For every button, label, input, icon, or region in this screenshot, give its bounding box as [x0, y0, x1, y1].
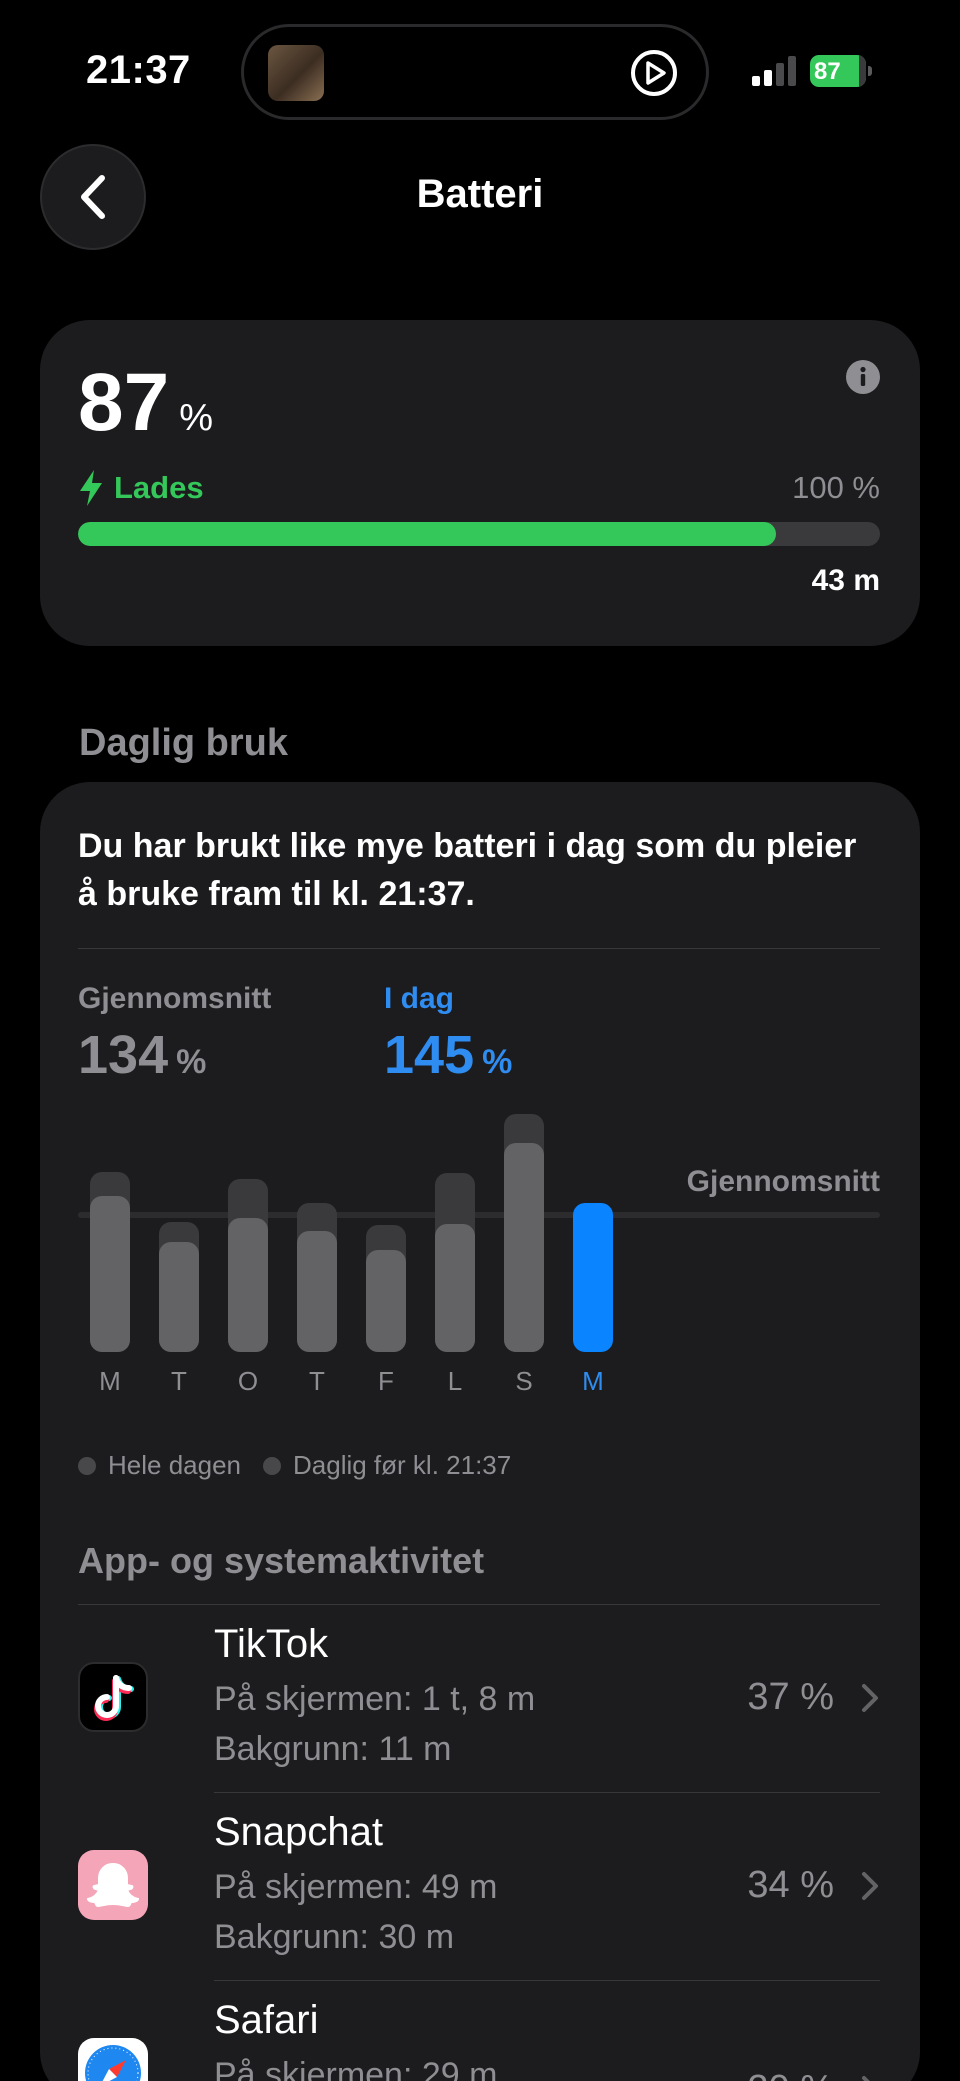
tiktok-icon: [78, 1662, 148, 1732]
charging-status: Lades: [78, 470, 204, 506]
chart-day-label: F: [378, 1366, 394, 1396]
time-remaining: 43 m: [811, 564, 880, 597]
usage-summary: Du har brukt like mye batteri i dag som …: [78, 827, 857, 913]
chart-bar-before-time: [504, 1143, 544, 1352]
chart-day-label: S: [515, 1366, 533, 1396]
charge-target: 100 %: [792, 470, 880, 505]
charge-progress-bar: [78, 522, 880, 546]
daily-usage-card: Du har brukt like mye batteri i dag som …: [40, 782, 920, 2081]
now-playing-artwork: [268, 45, 324, 101]
chart-day-label: M: [99, 1366, 121, 1396]
legend-before-time: Daglig før kl. 21:37: [263, 1450, 511, 1481]
chart-bar-before-time: [573, 1203, 613, 1352]
app-row-snapchat[interactable]: Snapchat På skjermen: 49 m Bakgrunn: 30 …: [78, 1792, 880, 1980]
chart-bar: [159, 1112, 199, 1352]
daily-usage-chart: Gjennomsnitt M T O T F L S M: [78, 1112, 880, 1442]
chart-bar: [228, 1112, 268, 1352]
today-stat: I dag 145%: [384, 982, 513, 1085]
chart-day-label: M: [582, 1366, 604, 1396]
daily-usage-heading: Daglig bruk: [79, 722, 289, 764]
dynamic-island[interactable]: [241, 24, 709, 120]
activity-heading: App- og systemaktivitet: [78, 1540, 485, 1581]
divider: [78, 948, 880, 949]
chart-bar: [366, 1112, 406, 1352]
chart-day-label: T: [309, 1366, 325, 1396]
play-icon[interactable]: [628, 47, 680, 99]
safari-icon: [78, 2038, 148, 2081]
average-stat: Gjennomsnitt 134%: [78, 982, 272, 1085]
status-time: 21:37: [86, 48, 191, 92]
chevron-right-icon: [862, 2076, 870, 2081]
chevron-right-icon: [862, 1872, 878, 1900]
snapchat-icon: [78, 1850, 148, 1920]
chart-bar: [504, 1112, 544, 1352]
chart-bar: [573, 1112, 613, 1352]
battery-percent: 87%: [78, 357, 214, 448]
legend-full-day: Hele dagen: [78, 1450, 241, 1481]
average-line-label: Gjennomsnitt: [686, 1165, 880, 1199]
chart-day-label: O: [237, 1366, 259, 1396]
chart-bar-before-time: [90, 1196, 130, 1352]
bolt-icon: [80, 470, 102, 506]
chart-bar-before-time: [435, 1223, 475, 1352]
chart-bar: [297, 1112, 337, 1352]
chart-bar-before-time: [297, 1230, 337, 1352]
battery-level-card: 87% Lades 100 % 43 m: [40, 320, 920, 646]
chart-bar: [435, 1112, 475, 1352]
cellular-signal-icon: [752, 56, 798, 86]
chart-bar-before-time: [228, 1217, 268, 1352]
chart-day-label: T: [171, 1366, 187, 1396]
chart-bar-before-time: [366, 1250, 406, 1352]
chart-bar: [90, 1112, 130, 1352]
chart-bar-before-time: [159, 1241, 199, 1352]
battery-status-icon: 87: [810, 55, 872, 87]
page-title: Batteri: [416, 172, 544, 216]
info-icon[interactable]: [846, 360, 880, 394]
app-row-safari[interactable]: Safari På skjermen: 29 m 20 %: [78, 1980, 880, 2081]
chart-legend: Hele dagen Daglig før kl. 21:37: [78, 1450, 533, 1481]
chart-day-label: L: [447, 1366, 463, 1396]
app-row-tiktok[interactable]: TikTok På skjermen: 1 t, 8 m Bakgrunn: 1…: [78, 1604, 880, 1792]
chevron-right-icon: [862, 1684, 878, 1712]
